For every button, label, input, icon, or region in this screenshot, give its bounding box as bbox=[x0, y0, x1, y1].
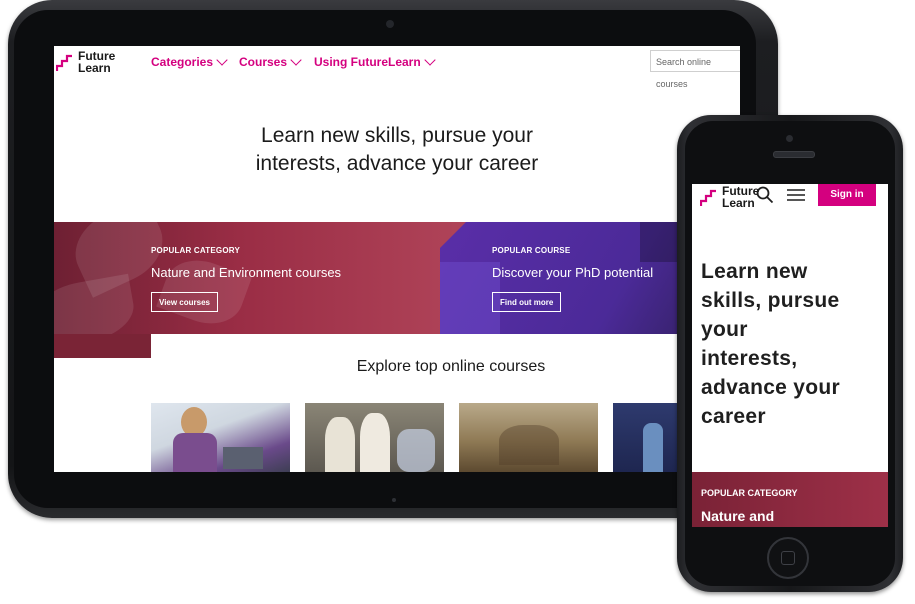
phone-popular-category-banner[interactable]: POPULAR CATEGORY Nature and bbox=[692, 472, 888, 527]
banner-label: POPULAR CATEGORY bbox=[701, 488, 798, 498]
search-icon[interactable] bbox=[756, 186, 774, 204]
course-card-image[interactable] bbox=[305, 403, 444, 472]
nav-categories[interactable]: Categories bbox=[151, 54, 228, 69]
chevron-down-icon bbox=[290, 54, 302, 66]
explore-heading: Explore top online courses bbox=[54, 358, 740, 376]
nav-using-futurelearn[interactable]: Using FutureLearn bbox=[314, 54, 436, 69]
nav-courses-label: Courses bbox=[239, 55, 288, 69]
futurelearn-logo[interactable]: Future Learn bbox=[56, 50, 115, 74]
banner-title: Nature and Environment courses bbox=[151, 265, 342, 280]
lab-object-image bbox=[397, 429, 435, 472]
banner-title: Discover your PhD potential bbox=[492, 265, 654, 280]
menu-icon[interactable] bbox=[786, 187, 806, 203]
phone-hero-heading: Learn new skills, pursue your interests,… bbox=[701, 257, 885, 431]
course-card-image[interactable] bbox=[459, 403, 598, 472]
find-out-more-button[interactable]: Find out more bbox=[492, 292, 562, 312]
banner-label: POPULAR CATEGORY bbox=[151, 246, 240, 255]
logo-steps-icon bbox=[700, 189, 716, 206]
lab-object-image bbox=[325, 417, 355, 472]
nav-categories-label: Categories bbox=[151, 55, 214, 69]
banner-label: POPULAR COURSE bbox=[492, 246, 571, 255]
logo-text-line2: Learn bbox=[722, 196, 755, 210]
search-input[interactable]: Search online courses bbox=[650, 50, 740, 89]
view-courses-button[interactable]: View courses bbox=[151, 292, 218, 312]
phone-speaker bbox=[773, 151, 815, 158]
hero-line: Learn new bbox=[701, 260, 808, 283]
home-button-icon bbox=[781, 551, 795, 565]
banner-image-tail bbox=[54, 334, 151, 358]
hero-line: your bbox=[701, 318, 748, 341]
leaf-image bbox=[54, 273, 139, 334]
person-image bbox=[173, 433, 217, 472]
course-card-image[interactable] bbox=[151, 403, 290, 472]
laptop-image bbox=[223, 447, 263, 469]
hero-heading: Learn new skills, pursue your interests,… bbox=[54, 122, 740, 178]
tablet-screen: Future Learn Categories Courses Using Fu… bbox=[54, 46, 740, 472]
phone-camera bbox=[786, 135, 793, 142]
popular-category-banner[interactable]: POPULAR CATEGORY Nature and Environment … bbox=[54, 222, 466, 334]
nav-using-futurelearn-label: Using FutureLearn bbox=[314, 55, 421, 69]
sign-in-button[interactable]: Sign in bbox=[818, 184, 876, 206]
phone-screen: Future Learn Sign in Learn new skills, p… bbox=[692, 184, 888, 527]
futurelearn-logo[interactable]: Future Learn bbox=[700, 185, 759, 209]
hero-line: career bbox=[701, 405, 766, 428]
chevron-down-icon bbox=[216, 54, 228, 66]
logo-text-line2: Learn bbox=[78, 61, 111, 75]
nav-courses[interactable]: Courses bbox=[239, 54, 302, 69]
hero-line-1: Learn new skills, pursue your bbox=[261, 124, 533, 147]
course-image bbox=[440, 262, 500, 334]
hero-line: advance your bbox=[701, 376, 840, 399]
logo-steps-icon bbox=[56, 54, 72, 71]
painting-image bbox=[499, 425, 559, 465]
hero-line-2: interests, advance your career bbox=[255, 152, 539, 175]
explore-heading-text: Explore top online courses bbox=[356, 358, 546, 375]
tablet-camera bbox=[386, 20, 394, 28]
lab-object-image bbox=[360, 413, 390, 472]
tablet-sensor bbox=[392, 498, 396, 502]
hero-line: interests, bbox=[701, 347, 798, 370]
hero-line: skills, pursue bbox=[701, 289, 840, 312]
surgeon-image bbox=[643, 423, 663, 472]
chevron-down-icon bbox=[424, 54, 436, 66]
banner-title: Nature and bbox=[701, 508, 775, 524]
